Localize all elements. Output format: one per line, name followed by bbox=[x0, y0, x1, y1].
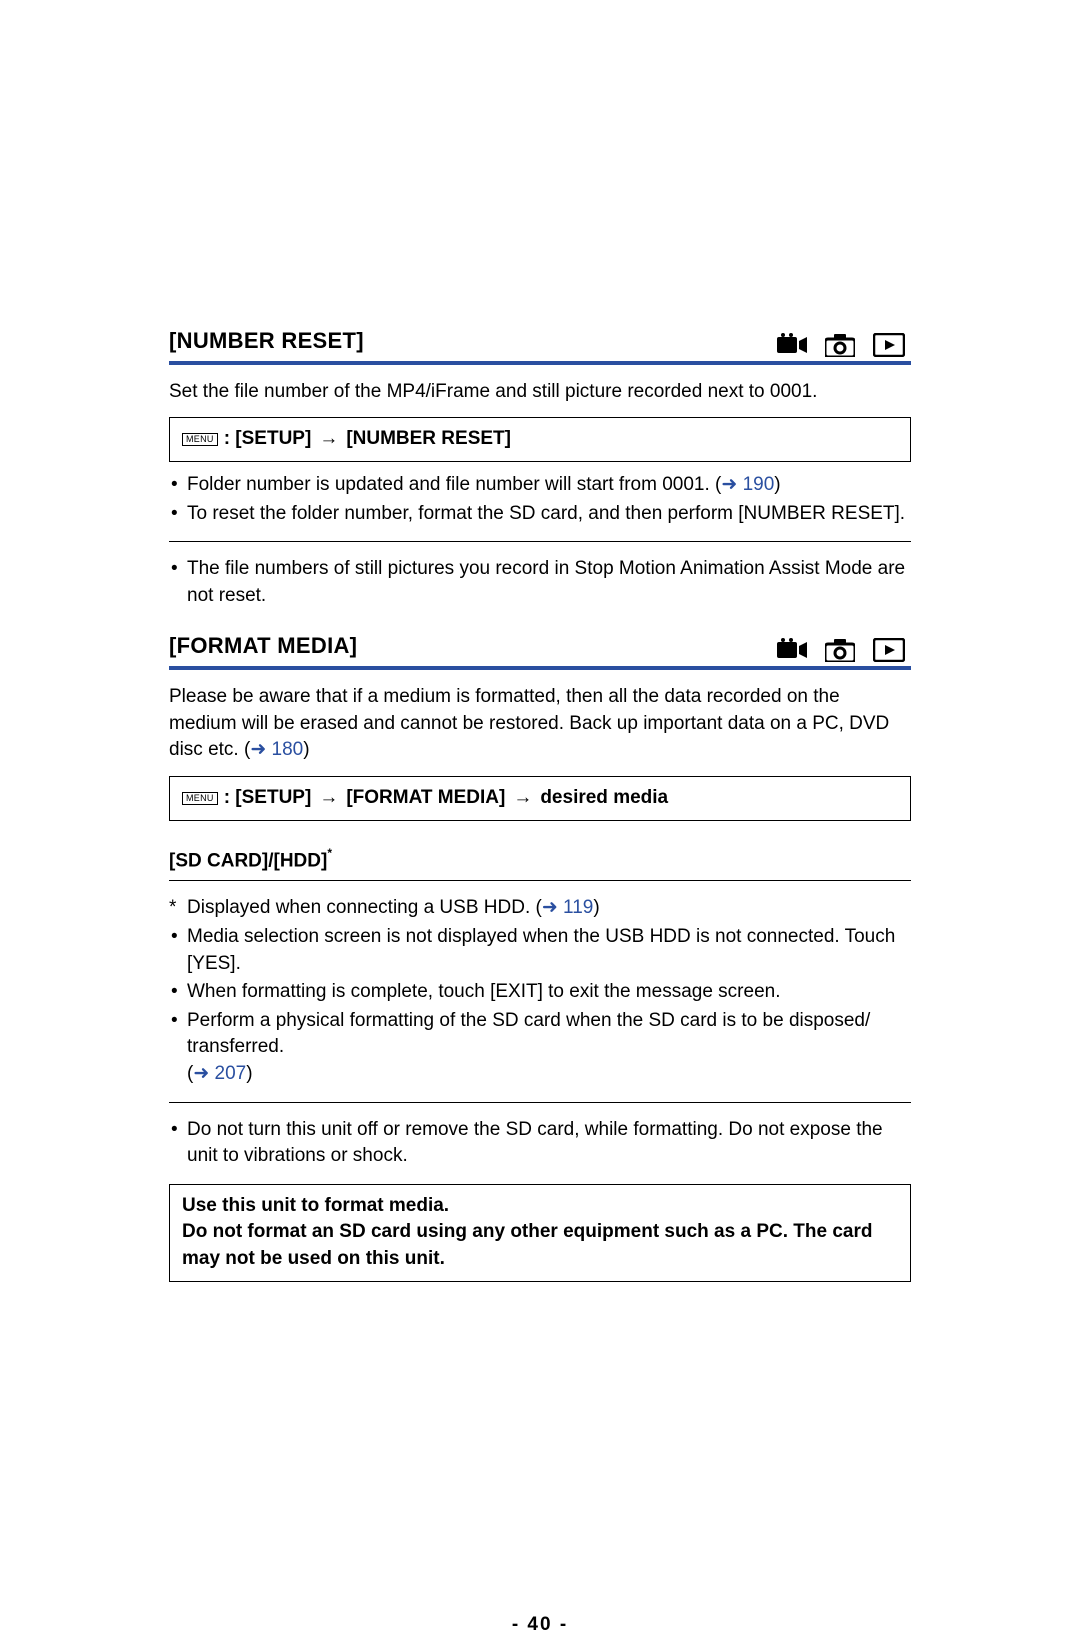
menu-step: [FORMAT MEDIA] bbox=[346, 785, 505, 812]
page-number: - 40 - bbox=[169, 1282, 911, 1638]
list-item: Media selection screen is not displayed … bbox=[169, 924, 911, 977]
section-title: [NUMBER RESET] bbox=[169, 326, 364, 357]
arrow-icon: → bbox=[317, 426, 340, 453]
menu-step: desired media bbox=[540, 785, 668, 812]
xref-link[interactable]: ➜ 180 bbox=[250, 739, 303, 760]
video-mode-icon bbox=[777, 638, 807, 662]
footnote-row: * Displayed when connecting a USB HDD. (… bbox=[169, 895, 911, 922]
video-mode-icon bbox=[777, 333, 807, 357]
note-list: The file numbers of still pictures you r… bbox=[169, 556, 911, 609]
warning-line: Use this unit to format media. bbox=[182, 1193, 898, 1220]
menu-step: : [SETUP] bbox=[224, 785, 312, 812]
menu-chip: MENU bbox=[182, 433, 218, 446]
section-header-format-media: [FORMAT MEDIA] bbox=[169, 631, 911, 670]
menu-chip: MENU bbox=[182, 792, 218, 805]
bullet-list: Folder number is updated and file number… bbox=[169, 472, 911, 527]
playback-mode-icon bbox=[873, 638, 905, 662]
list-item: Do not turn this unit off or remove the … bbox=[169, 1117, 911, 1170]
option-header: [SD CARD]/[HDD]* bbox=[169, 847, 911, 875]
intro-text: Please be aware that if a medium is form… bbox=[169, 684, 911, 764]
warning-box: Use this unit to format media. Do not fo… bbox=[169, 1184, 911, 1282]
arrow-icon: → bbox=[317, 785, 340, 812]
arrow-icon: → bbox=[511, 785, 534, 812]
menu-path-number-reset: MENU : [SETUP] → [NUMBER RESET] bbox=[169, 417, 911, 462]
bullet-list: Media selection screen is not displayed … bbox=[169, 924, 911, 1088]
photo-mode-icon bbox=[825, 333, 855, 357]
xref-link[interactable]: ➜ 207 bbox=[193, 1063, 246, 1084]
xref-link[interactable]: ➜ 190 bbox=[721, 474, 774, 495]
menu-step: : [SETUP] bbox=[224, 426, 312, 453]
intro-text: Set the file number of the MP4/iFrame an… bbox=[169, 379, 911, 406]
list-item: When formatting is complete, touch [EXIT… bbox=[169, 979, 911, 1006]
photo-mode-icon bbox=[825, 638, 855, 662]
divider bbox=[169, 541, 911, 542]
menu-step: [NUMBER RESET] bbox=[346, 426, 511, 453]
page-content: [NUMBER RESET] Set the file number of th… bbox=[169, 0, 911, 1282]
list-item: Folder number is updated and file number… bbox=[169, 472, 911, 499]
divider bbox=[169, 880, 911, 881]
warning-line: Do not format an SD card using any other… bbox=[182, 1219, 898, 1272]
list-item: The file numbers of still pictures you r… bbox=[169, 556, 911, 609]
section-title: [FORMAT MEDIA] bbox=[169, 631, 357, 662]
xref-link[interactable]: ➜ 119 bbox=[542, 897, 594, 918]
divider bbox=[169, 1102, 911, 1103]
footnote-block: * Displayed when connecting a USB HDD. (… bbox=[169, 895, 911, 922]
note-list: Do not turn this unit off or remove the … bbox=[169, 1117, 911, 1170]
section-header-number-reset: [NUMBER RESET] bbox=[169, 326, 911, 365]
menu-path-format-media: MENU : [SETUP] → [FORMAT MEDIA] → desire… bbox=[169, 776, 911, 821]
list-item: Perform a physical formatting of the SD … bbox=[169, 1008, 911, 1088]
mode-icons bbox=[777, 333, 911, 357]
list-item: To reset the folder number, format the S… bbox=[169, 501, 911, 528]
mode-icons bbox=[777, 638, 911, 662]
playback-mode-icon bbox=[873, 333, 905, 357]
